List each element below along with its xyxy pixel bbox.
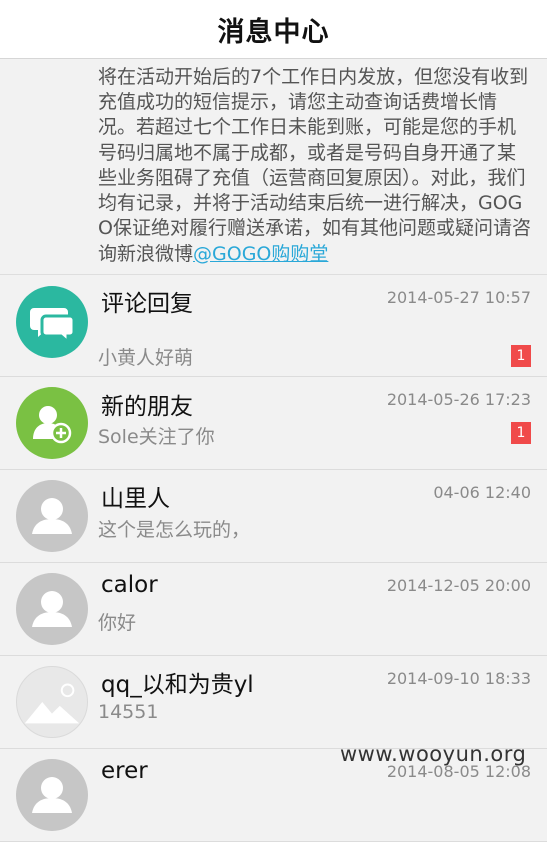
add-friend-icon — [16, 387, 88, 459]
placeholder-image-icon — [16, 666, 88, 738]
message-item-user[interactable]: qq_以和为贵yl 2014-09-10 18:33 14551 — [0, 656, 547, 749]
notice-body: 将在活动开始后的7个工作日内发放，但您没有收到充值成功的短信提示，请您主动查询话… — [98, 65, 531, 265]
message-item-user[interactable]: calor 2014-12-05 20:00 你好 — [0, 563, 547, 656]
sender-name: erer — [101, 758, 148, 784]
message-item-user[interactable]: 山里人 04-06 12:40 这个是怎么玩的， — [0, 470, 547, 563]
message-preview: 你好 — [98, 612, 137, 634]
system-notice-message: 将在活动开始后的7个工作日内发放，但您没有收到充值成功的短信提示，请您主动查询话… — [0, 40, 547, 275]
message-item-new-friend[interactable]: 新的朋友 2014-05-26 17:23 Sole关注了你 1 — [0, 377, 547, 470]
message-time: 2014-12-05 20:00 — [386, 576, 531, 595]
page-title: 消息中心 — [217, 16, 330, 48]
message-preview: 这个是怎么玩的， — [98, 519, 251, 541]
comment-bubbles-icon — [16, 286, 88, 358]
message-preview: Sole关注了你 — [98, 426, 215, 448]
default-user-icon — [16, 759, 88, 831]
message-time: 2014-09-10 18:33 — [386, 669, 531, 688]
sender-name: qq_以和为贵yl — [101, 672, 254, 698]
message-preview: 小黄人好萌 — [98, 347, 194, 369]
notice-text-block: 将在活动开始后的7个工作日内发放，但您没有收到充值成功的短信提示，请您主动查询话… — [98, 65, 531, 267]
watermark: www.wooyun.org — [340, 742, 527, 766]
message-time: 2014-05-26 17:23 — [386, 390, 531, 409]
top-bar: 消息中心 — [0, 0, 547, 59]
sender-name: 新的朋友 — [101, 394, 193, 420]
unread-badge: 1 — [511, 345, 531, 367]
message-time: 04-06 12:40 — [433, 483, 531, 502]
weibo-link[interactable]: @GOGO购购堂 — [193, 243, 328, 265]
default-user-icon — [16, 480, 88, 552]
message-preview: 14551 — [98, 701, 159, 723]
message-item-comment-reply[interactable]: 评论回复 2014-05-27 10:57 小黄人好萌 1 — [0, 275, 547, 377]
sender-name: 山里人 — [101, 486, 170, 512]
message-time: 2014-05-27 10:57 — [386, 288, 531, 307]
unread-badge: 1 — [511, 422, 531, 444]
sender-name: calor — [101, 572, 158, 598]
default-user-icon — [16, 573, 88, 645]
sender-name: 评论回复 — [101, 291, 193, 317]
